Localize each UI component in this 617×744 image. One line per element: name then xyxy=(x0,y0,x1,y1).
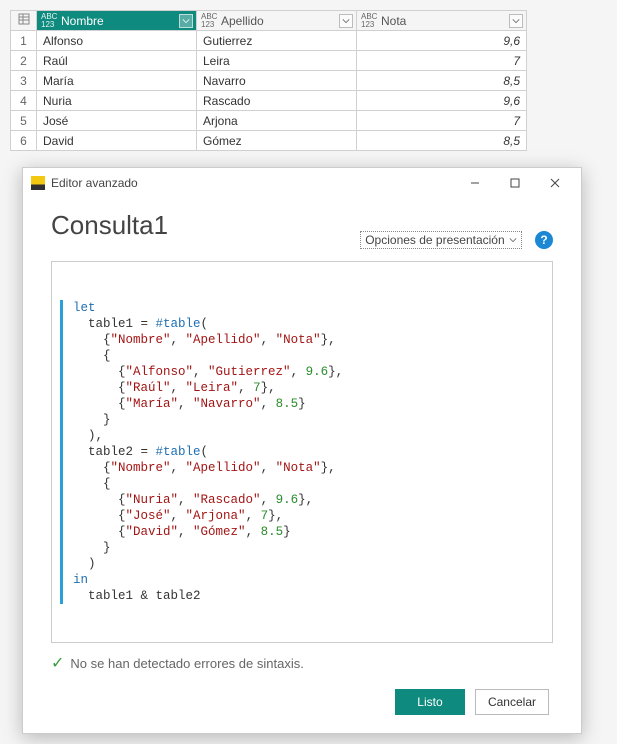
cell[interactable]: 7 xyxy=(357,51,527,71)
cell[interactable]: Raúl xyxy=(37,51,197,71)
column-header-nombre[interactable]: ABC 123 Nombre xyxy=(37,11,197,31)
cell[interactable]: José xyxy=(37,111,197,131)
column-label: Apellido xyxy=(221,14,264,28)
cell[interactable]: 8,5 xyxy=(357,131,527,151)
column-header-nota[interactable]: ABC 123 Nota xyxy=(357,11,527,31)
row-index[interactable]: 2 xyxy=(11,51,37,71)
table-row[interactable]: 3MaríaNavarro8,5 xyxy=(11,71,527,91)
column-filter-dropdown[interactable] xyxy=(179,14,193,28)
type-badge-icon: ABC 123 xyxy=(361,13,379,29)
row-index[interactable]: 5 xyxy=(11,111,37,131)
column-header-apellido[interactable]: ABC 123 Apellido xyxy=(197,11,357,31)
chevron-down-icon xyxy=(182,18,190,24)
maximize-icon xyxy=(509,177,521,189)
status-text: No se han detectado errores de sintaxis. xyxy=(70,656,303,671)
cell[interactable]: Arjona xyxy=(197,111,357,131)
display-options-dropdown[interactable]: Opciones de presentación xyxy=(360,231,521,249)
table-row[interactable]: 4NuriaRascado9,6 xyxy=(11,91,527,111)
syntax-status: ✓ No se han detectado errores de sintaxi… xyxy=(51,653,553,673)
close-button[interactable] xyxy=(535,169,575,197)
cell[interactable]: 8,5 xyxy=(357,71,527,91)
cell[interactable]: Gutierrez xyxy=(197,31,357,51)
grid-body: 1AlfonsoGutierrez9,62RaúlLeira73MaríaNav… xyxy=(11,31,527,151)
table-row[interactable]: 2RaúlLeira7 xyxy=(11,51,527,71)
data-grid[interactable]: ABC 123 Nombre ABC 123 Apellido xyxy=(10,10,527,151)
cell[interactable]: Rascado xyxy=(197,91,357,111)
cell[interactable]: 9,6 xyxy=(357,91,527,111)
cell[interactable]: 7 xyxy=(357,111,527,131)
row-index[interactable]: 6 xyxy=(11,131,37,151)
select-all-corner[interactable] xyxy=(11,11,37,31)
minimize-icon xyxy=(469,177,481,189)
code-editor[interactable]: let table1 = #table( {"Nombre", "Apellid… xyxy=(51,261,553,643)
column-label: Nota xyxy=(381,14,406,28)
cell[interactable]: María xyxy=(37,71,197,91)
row-index[interactable]: 3 xyxy=(11,71,37,91)
ok-button[interactable]: Listo xyxy=(395,689,465,715)
close-icon xyxy=(549,177,561,189)
dialog-heading: Consulta1 xyxy=(51,210,168,241)
window-title: Editor avanzado xyxy=(51,176,455,190)
help-icon: ? xyxy=(540,233,547,247)
cell[interactable]: Alfonso xyxy=(37,31,197,51)
minimize-button[interactable] xyxy=(455,169,495,197)
cell[interactable]: Nuria xyxy=(37,91,197,111)
check-icon: ✓ xyxy=(51,653,64,673)
column-filter-dropdown[interactable] xyxy=(339,14,353,28)
column-filter-dropdown[interactable] xyxy=(509,14,523,28)
titlebar: Editor avanzado xyxy=(23,168,581,198)
column-label: Nombre xyxy=(61,14,104,28)
cell[interactable]: 9,6 xyxy=(357,31,527,51)
type-badge-icon: ABC 123 xyxy=(41,13,59,29)
row-index[interactable]: 4 xyxy=(11,91,37,111)
chevron-down-icon xyxy=(512,18,520,24)
cancel-button[interactable]: Cancelar xyxy=(475,689,549,715)
chevron-down-icon xyxy=(342,18,350,24)
code-content: let table1 = #table( {"Nombre", "Apellid… xyxy=(60,300,544,604)
cell[interactable]: Navarro xyxy=(197,71,357,91)
table-row[interactable]: 1AlfonsoGutierrez9,6 xyxy=(11,31,527,51)
table-row[interactable]: 6DavidGómez8,5 xyxy=(11,131,527,151)
type-badge-icon: ABC 123 xyxy=(201,13,219,29)
table-icon xyxy=(18,13,30,25)
cell[interactable]: David xyxy=(37,131,197,151)
cell[interactable]: Leira xyxy=(197,51,357,71)
maximize-button[interactable] xyxy=(495,169,535,197)
help-button[interactable]: ? xyxy=(535,231,553,249)
chevron-down-icon xyxy=(509,237,517,243)
display-options-label: Opciones de presentación xyxy=(365,233,504,247)
cell[interactable]: Gómez xyxy=(197,131,357,151)
table-row[interactable]: 5JoséArjona7 xyxy=(11,111,527,131)
row-index[interactable]: 1 xyxy=(11,31,37,51)
app-logo-icon xyxy=(31,176,45,190)
advanced-editor-dialog: Editor avanzado Consulta1 Opciones de pr… xyxy=(22,167,582,734)
